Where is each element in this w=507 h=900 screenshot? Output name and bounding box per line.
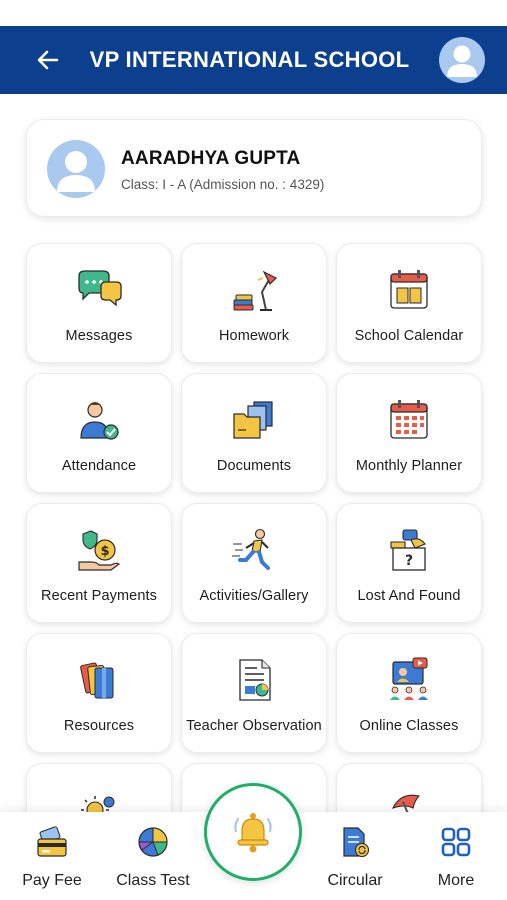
tile-label: Activities/Gallery <box>199 588 309 604</box>
user-avatar-icon <box>57 151 95 192</box>
tile-teacher-observation[interactable]: Teacher Observation <box>181 633 327 753</box>
tile-label: Online Classes <box>359 718 459 734</box>
nav-label: More <box>437 872 475 889</box>
tile-label: Monthly Planner <box>355 458 463 474</box>
student-name: AARADHYA GUPTA <box>121 148 301 169</box>
tile-attendance[interactable]: Attendance <box>26 373 172 493</box>
credit-card-icon <box>37 826 67 857</box>
nav-label: Class Test <box>116 872 190 889</box>
tile-documents[interactable]: Documents <box>181 373 327 493</box>
tile-monthly-planner[interactable]: Monthly Planner <box>336 373 482 493</box>
tile-online-classes[interactable]: Online Classes <box>336 633 482 753</box>
box-question-icon: ? <box>390 529 426 571</box>
status-strip <box>0 0 507 26</box>
nav-label: Pay Fee <box>22 872 82 889</box>
runner-icon <box>232 528 270 570</box>
tile-label: Recent Payments <box>41 588 157 604</box>
profile-avatar-button[interactable] <box>439 37 485 83</box>
user-avatar-icon <box>447 45 477 77</box>
report-chart-icon <box>239 659 271 701</box>
tile-label: Lost And Found <box>357 588 461 604</box>
tile-recent-payments[interactable]: $ Recent Payments <box>26 503 172 623</box>
nav-more[interactable]: More <box>406 812 506 900</box>
calendar-grid-icon <box>390 400 428 439</box>
tile-homework[interactable]: Homework <box>181 243 327 363</box>
desk-lamp-books-icon <box>233 270 278 311</box>
chat-bubbles-icon <box>78 270 122 307</box>
calendar-book-icon <box>390 270 428 309</box>
school-title: VP INTERNATIONAL SCHOOL <box>89 47 410 72</box>
tile-school-calendar[interactable]: School Calendar <box>336 243 482 363</box>
svg-text:?: ? <box>405 553 413 569</box>
pie-chart-icon <box>138 827 168 857</box>
folders-icon <box>233 401 273 439</box>
stacked-books-icon <box>80 662 114 699</box>
tile-label: Homework <box>218 328 290 344</box>
svg-text:$: $ <box>100 544 109 559</box>
tile-label: Resources <box>63 718 135 734</box>
tile-label: School Calendar <box>354 328 464 344</box>
student-avatar <box>47 140 105 198</box>
tile-activities-gallery[interactable]: Activities/Gallery <box>181 503 327 623</box>
nav-class-test[interactable]: Class Test <box>103 812 203 900</box>
app-header: VP INTERNATIONAL SCHOOL <box>0 26 507 94</box>
video-class-icon <box>390 657 428 700</box>
person-check-icon <box>80 402 119 440</box>
nav-pay-fee[interactable]: Pay Fee <box>2 812 102 900</box>
hand-money-icon: $ <box>78 530 120 571</box>
tile-messages[interactable]: Messages <box>26 243 172 363</box>
notifications-button[interactable] <box>204 783 302 881</box>
nav-label: Circular <box>327 872 383 889</box>
nav-circular[interactable]: Circular <box>305 812 405 900</box>
bell-icon <box>234 813 272 853</box>
student-class-info: Class: I - A (Admission no. : 4329) <box>121 177 325 192</box>
tile-resources[interactable]: Resources <box>26 633 172 753</box>
document-sync-icon <box>343 827 370 858</box>
student-profile-card[interactable]: AARADHYA GUPTA Class: I - A (Admission n… <box>26 119 482 217</box>
tile-label: Attendance <box>61 458 137 474</box>
grid-icon <box>441 827 471 857</box>
tile-label: Messages <box>65 328 133 344</box>
tile-lost-and-found[interactable]: ? Lost And Found <box>336 503 482 623</box>
tile-label: Documents <box>216 458 292 474</box>
tile-label: Teacher Observation <box>186 718 322 734</box>
